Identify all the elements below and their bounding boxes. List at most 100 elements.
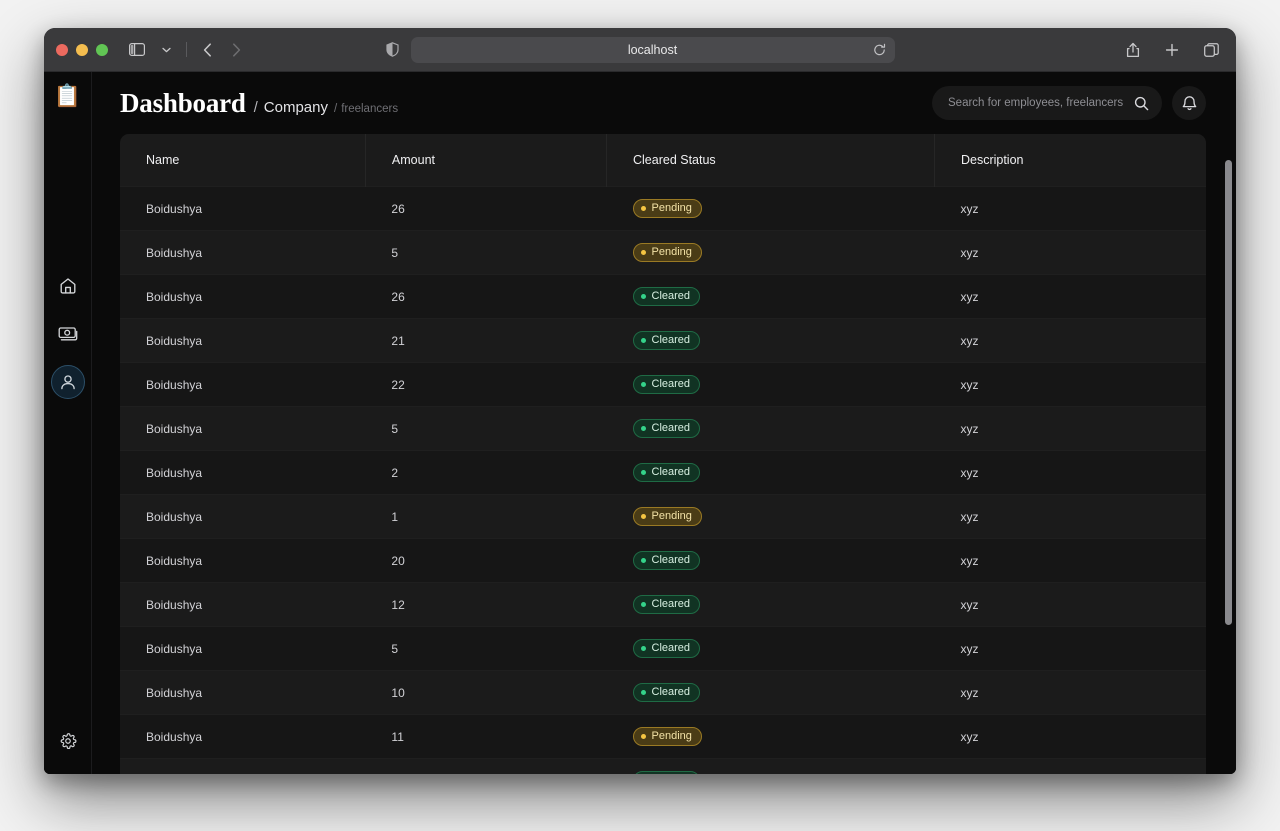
table-row[interactable]: Boidushya 22 Cleared xyz — [120, 362, 1206, 407]
notifications-button[interactable] — [1172, 86, 1206, 120]
cell-description: xyz — [960, 421, 979, 436]
cell-amount: 8 — [365, 759, 606, 775]
table-row[interactable]: Boidushya 2 Cleared xyz — [120, 450, 1206, 495]
cell-description: xyz — [960, 245, 979, 260]
cell-description: xyz — [960, 333, 979, 348]
minimize-window-button[interactable] — [76, 43, 88, 56]
cell-name: Boidushya — [146, 685, 203, 700]
column-header-cleared-status[interactable]: Cleared Status — [606, 134, 935, 187]
cell-amount: 1 — [391, 509, 399, 524]
search-input[interactable] — [948, 97, 1134, 109]
cell-description: xyz — [960, 685, 979, 700]
cell-description: xyz — [960, 377, 979, 392]
status-dot-icon — [640, 514, 646, 519]
chevron-down-icon[interactable] — [153, 38, 179, 62]
table-row[interactable]: Boidushya 21 Cleared xyz — [120, 318, 1206, 363]
search-icon[interactable] — [1134, 96, 1149, 111]
status-badge: Cleared — [632, 683, 701, 702]
sidebar-item-home[interactable] — [51, 269, 85, 303]
status-label: Cleared — [651, 466, 691, 478]
status-label: Cleared — [651, 598, 691, 610]
status-dot-icon — [640, 602, 646, 607]
cell-cleared-status: Cleared — [607, 363, 935, 407]
vertical-scrollbar[interactable] — [1224, 134, 1233, 774]
table-row[interactable]: Boidushya 11 Pending xyz — [120, 714, 1206, 759]
column-header-description[interactable]: Description — [934, 134, 1206, 187]
application-root: 📋 Dashboard / Company / freelancers Sear… — [44, 72, 1236, 774]
status-dot-icon — [640, 382, 646, 387]
breadcrumb-subsection[interactable]: freelancers — [341, 103, 398, 115]
cell-name: Boidushya — [146, 289, 203, 304]
shield-icon[interactable] — [385, 42, 399, 57]
cell-cleared-status: Pending — [607, 495, 935, 539]
cell-description: xyz — [960, 553, 979, 568]
browser-toolbar: localhost — [44, 28, 1236, 72]
cell-amount: 5 — [391, 641, 399, 656]
tab-overview-icon[interactable] — [1198, 38, 1224, 62]
status-dot-icon — [640, 426, 646, 431]
status-badge: Cleared — [632, 419, 701, 438]
page-header: Dashboard / Company / freelancers — [92, 72, 1236, 134]
cell-description: xyz — [960, 201, 979, 216]
close-window-button[interactable] — [56, 43, 68, 56]
cell-cleared-status: Cleared — [607, 583, 935, 627]
table-row[interactable]: Boidushya 12 Cleared xyz — [120, 582, 1206, 627]
status-dot-icon — [640, 338, 646, 343]
status-badge: Pending — [632, 507, 702, 526]
table-row[interactable]: Boidushya 1 Pending xyz — [120, 494, 1206, 539]
table-head: Name Amount Cleared Status Description — [120, 134, 1206, 187]
table-row[interactable]: Boidushya 20 Cleared xyz — [120, 538, 1206, 583]
cell-amount: 26 — [391, 289, 405, 304]
url-bar[interactable]: localhost — [410, 36, 895, 63]
forward-arrow-icon[interactable] — [223, 38, 249, 62]
breadcrumb-company[interactable]: Company — [264, 99, 328, 116]
table-body: Boidushya 26 Pending xyz Boidushya 5 Pending xy… — [120, 186, 1206, 775]
cell-amount: 2 — [391, 465, 399, 480]
cell-amount: 11 — [391, 729, 404, 744]
sidebar: 📋 — [44, 72, 92, 774]
cell-name: Boidushya — [120, 759, 365, 775]
main-content: Dashboard / Company / freelancers Search… — [92, 72, 1236, 774]
back-arrow-icon[interactable] — [194, 38, 220, 62]
navigation-controls — [124, 38, 249, 62]
sidebar-item-settings[interactable] — [51, 724, 85, 758]
status-badge: Cleared — [632, 375, 701, 394]
breadcrumb-separator-2: / — [333, 102, 338, 115]
page-title: Dashboard — [120, 87, 246, 118]
table-row[interactable]: Boidushya 5 Pending xyz — [120, 230, 1206, 275]
cell-cleared-status: Cleared — [607, 319, 935, 363]
sidebar-toggle-icon[interactable] — [124, 38, 150, 62]
column-header-name[interactable]: Name — [120, 134, 366, 187]
share-icon[interactable] — [1120, 38, 1146, 62]
status-label: Pending — [651, 202, 692, 214]
cell-amount: 12 — [391, 597, 405, 612]
table-row[interactable]: Boidushya 5 Cleared xyz — [120, 406, 1206, 451]
cell-name: Boidushya — [146, 597, 203, 612]
sidebar-item-people[interactable] — [50, 365, 85, 400]
zoom-window-button[interactable] — [96, 43, 108, 56]
clipboard-logo-icon[interactable]: 📋 — [54, 85, 81, 107]
status-badge: Cleared — [632, 287, 701, 306]
table-row[interactable]: Boidushya 5 Cleared xyz — [120, 626, 1206, 671]
cell-name: Boidushya — [146, 641, 203, 656]
cell-name: Boidushya — [146, 553, 203, 568]
column-header-amount[interactable]: Amount — [365, 134, 608, 187]
search-box[interactable] — [932, 86, 1162, 120]
scrollbar-thumb[interactable] — [1225, 160, 1232, 625]
status-dot-icon — [640, 690, 646, 695]
table-card: Name Amount Cleared Status Description B… — [120, 134, 1206, 774]
table-row[interactable]: Boidushya 26 Cleared xyz — [120, 274, 1206, 319]
status-badge: Cleared — [632, 551, 701, 570]
table-row[interactable]: Boidushya 10 Cleared xyz — [120, 670, 1206, 715]
cell-amount: 20 — [391, 553, 405, 568]
reload-icon[interactable] — [873, 43, 886, 56]
header-actions — [932, 86, 1206, 120]
cell-cleared-status: Cleared — [607, 451, 935, 495]
cell-description: xyz — [934, 759, 1206, 775]
sidebar-item-payments[interactable] — [51, 317, 85, 351]
status-badge: Pending — [632, 243, 702, 262]
table-row[interactable]: Boidushya 26 Pending xyz — [120, 186, 1206, 231]
new-tab-icon[interactable] — [1159, 38, 1185, 62]
cell-name: Boidushya — [146, 421, 203, 436]
table-row[interactable]: Boidushya8 Cleared xyz — [120, 758, 1206, 775]
